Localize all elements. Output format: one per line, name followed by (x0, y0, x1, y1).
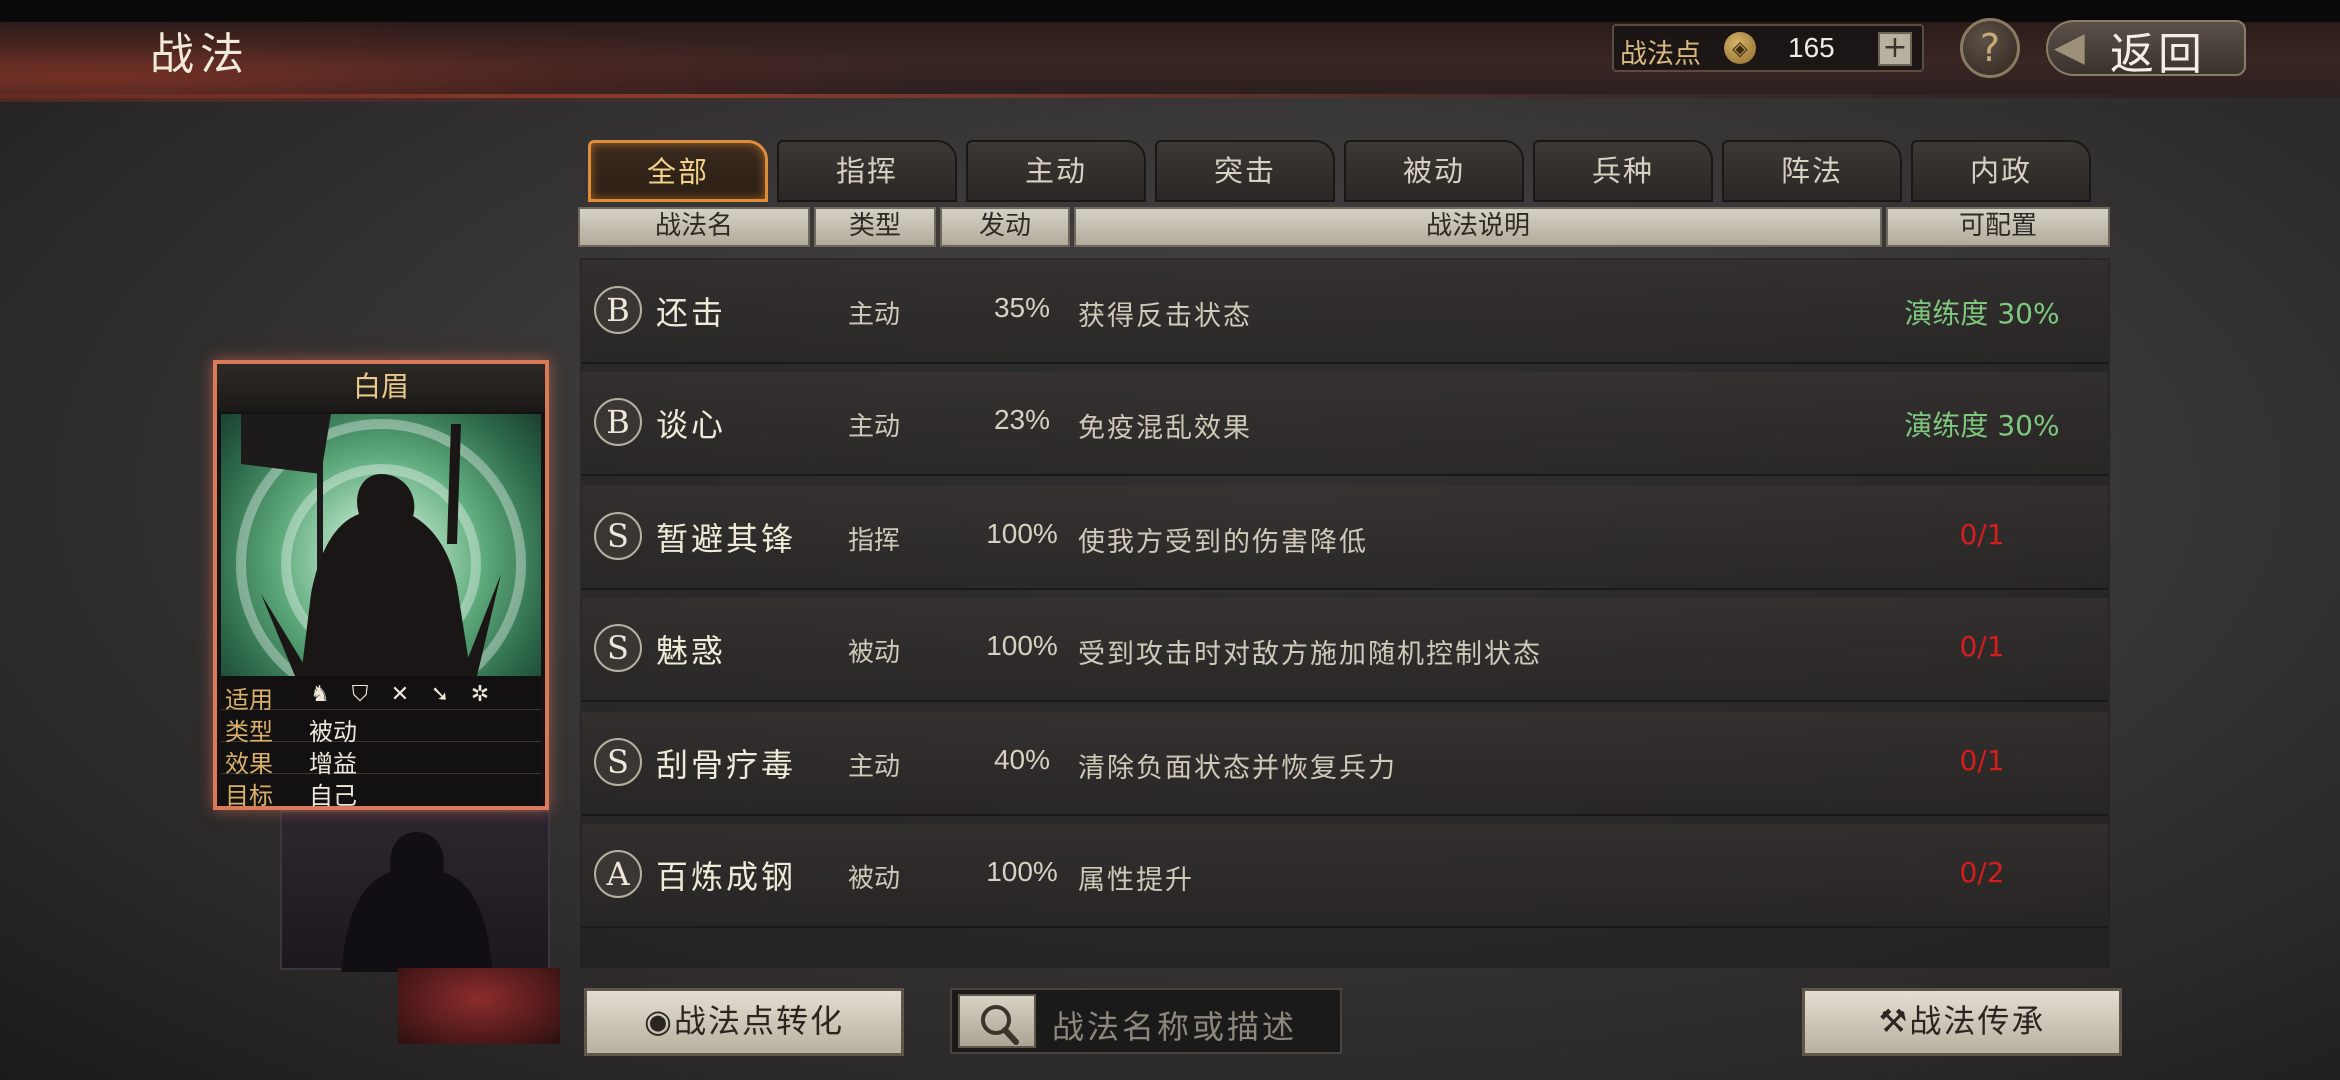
skill-row[interactable]: S 暂避其锋 指挥 100% 使我方受到的伤害降低 0/1 (582, 486, 2108, 590)
inherit-skill-label: 战法传承 (1909, 1002, 2046, 1040)
skill-config: 0/1 (1959, 744, 2005, 777)
shield-icon: ⛉ (351, 682, 369, 707)
search-icon (981, 1005, 1019, 1045)
skill-points-value: 165 (1788, 32, 1835, 63)
help-button[interactable]: ? (1960, 18, 2020, 78)
skill-type: 被动 (848, 638, 901, 668)
card-target-row: 目标 自己 (221, 774, 541, 810)
card-effect-row: 效果 增益 (221, 742, 541, 778)
card-artwork (221, 414, 541, 676)
column-header-description: 战法说明 (1074, 207, 1882, 247)
skill-row[interactable]: B 谈心 主动 23% 免疫混乱效果 演练度 30% (582, 372, 2108, 476)
skill-config: 0/2 (1959, 856, 2005, 889)
back-button-label[interactable]: 返回 (2110, 18, 2206, 82)
skill-row[interactable]: S 魅惑 被动 100% 受到攻击时对敌方施加随机控制状态 0/1 (582, 598, 2108, 702)
grade-badge: S (594, 738, 642, 786)
grade-badge: B (594, 398, 642, 446)
skill-type: 主动 (848, 752, 901, 782)
skill-description: 获得反击状态 (1078, 301, 1252, 332)
skill-config: 演练度 30% (1904, 297, 2060, 330)
card-applicable-row: 适用 ♞ ⛉ ✕ ➘ ✲ (221, 678, 541, 714)
skill-row[interactable]: B 还击 主动 35% 获得反击状态 演练度 30% (582, 260, 2108, 364)
skill-description: 免疫混乱效果 (1078, 413, 1252, 444)
skill-name: 暂避其锋 (656, 520, 797, 558)
hammer-icon: ⚒ (1878, 1002, 1910, 1040)
skill-config: 演练度 30% (1904, 409, 2060, 442)
skill-description: 受到攻击时对敌方施加随机控制状态 (1078, 639, 1542, 670)
tab-active[interactable]: 主动 (966, 140, 1146, 202)
grade-badge: A (594, 850, 642, 898)
skill-type: 被动 (848, 864, 901, 894)
column-header-config[interactable]: 可配置 (1886, 207, 2110, 247)
target-label: 目标 (225, 782, 273, 810)
skill-name: 百炼成钢 (656, 858, 797, 896)
skill-type: 主动 (848, 412, 901, 442)
add-points-button[interactable]: + (1878, 32, 1912, 66)
spear-icon: ➘ (430, 682, 450, 707)
card-back-red (398, 968, 560, 1044)
skill-description: 属性提升 (1078, 865, 1194, 896)
tab-formation[interactable]: 阵法 (1722, 140, 1902, 202)
skill-name: 还击 (656, 294, 727, 332)
search-button[interactable] (958, 994, 1036, 1048)
tab-troop[interactable]: 兵种 (1533, 140, 1713, 202)
inherit-skill-button[interactable]: ⚒战法传承 (1802, 988, 2122, 1056)
tab-internal[interactable]: 内政 (1911, 140, 2091, 202)
column-header-type[interactable]: 类型 (814, 207, 936, 247)
card-type-row: 类型 被动 (221, 710, 541, 746)
header-glow (0, 22, 900, 102)
card-info-panel: 适用 ♞ ⛉ ✕ ➘ ✲ 类型 被动 效果 增益 目标 自己 (221, 676, 541, 810)
skill-row[interactable]: S 刮骨疗毒 主动 40% 清除负面状态并恢复兵力 0/1 (582, 712, 2108, 816)
search-placeholder: 战法名称或描述 (1052, 1008, 1298, 1046)
skill-points-icon: ◈ (1724, 32, 1756, 64)
skill-name: 刮骨疗毒 (656, 746, 797, 784)
page-title: 战法 (150, 29, 250, 80)
skill-name: 魅惑 (656, 632, 727, 670)
bow-icon: ✕ (390, 682, 410, 707)
card-back-silhouette (280, 810, 550, 972)
target-value: 自己 (309, 782, 357, 810)
cavalry-icon: ♞ (310, 682, 330, 707)
grade-badge: S (594, 624, 642, 672)
header-divider (0, 94, 2340, 98)
skill-description: 使我方受到的伤害降低 (1078, 527, 1368, 558)
tab-passive[interactable]: 被动 (1344, 140, 1524, 202)
skill-rate: 100% (986, 856, 1058, 887)
skill-config: 0/1 (1959, 518, 2005, 551)
skill-rate: 35% (993, 292, 1051, 323)
convert-points-label: 战法点转化 (673, 1002, 844, 1040)
skill-type: 主动 (848, 300, 901, 330)
skill-rate: 100% (986, 630, 1058, 661)
column-header-name[interactable]: 战法名 (578, 207, 810, 247)
back-arrow-icon: ◀ (2054, 24, 2085, 70)
column-header-rate[interactable]: 发动 (940, 207, 1070, 247)
skill-config: 0/1 (1959, 630, 2005, 663)
card-title: 白眉 (217, 364, 545, 412)
grade-badge: S (594, 512, 642, 560)
skill-rate: 23% (993, 404, 1051, 435)
wheel-icon: ✲ (470, 682, 490, 707)
skill-row[interactable]: A 百炼成钢 被动 100% 属性提升 0/2 (582, 824, 2108, 928)
grade-badge: B (594, 286, 642, 334)
warrior-silhouette-icon (236, 414, 526, 676)
tab-command[interactable]: 指挥 (777, 140, 957, 202)
tab-assault[interactable]: 突击 (1155, 140, 1335, 202)
skill-name: 谈心 (656, 406, 727, 444)
skill-type: 指挥 (848, 526, 901, 556)
skill-description: 清除负面状态并恢复兵力 (1078, 753, 1397, 784)
silhouette-figure-icon (341, 832, 493, 972)
flame-icon: ◉ (644, 1002, 674, 1040)
skill-rate: 40% (993, 744, 1051, 775)
skill-points-label: 战法点 (1620, 39, 1701, 70)
skill-rate: 100% (986, 518, 1058, 549)
tab-all[interactable]: 全部 (588, 140, 768, 202)
convert-points-button[interactable]: ◉战法点转化 (584, 988, 904, 1056)
